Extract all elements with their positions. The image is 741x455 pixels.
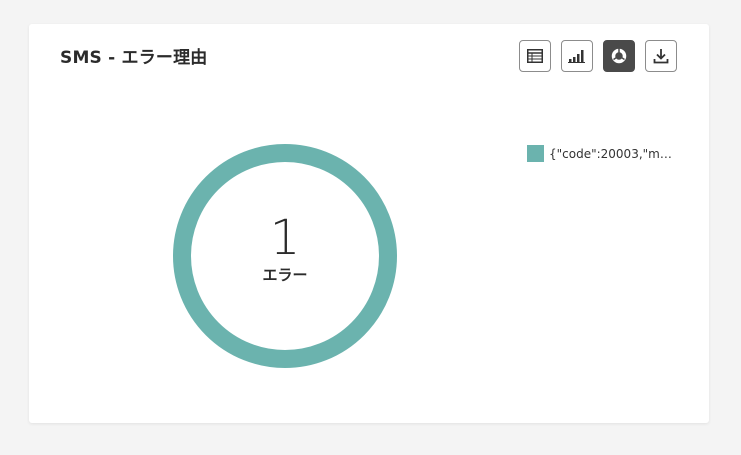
legend-swatch[interactable] — [527, 145, 544, 162]
legend-label[interactable]: {"code":20003,"mess... — [549, 147, 677, 161]
donut-chart: 1 エラー — [173, 144, 397, 368]
donut-center-value: 1 — [270, 210, 301, 266]
donut-center-label: エラー — [262, 266, 307, 284]
error-reason-card: SMS - エラー理由 1 エラー {"code":20003,"mess... — [29, 24, 709, 423]
chart-legend: {"code":20003,"mess... — [527, 145, 677, 162]
